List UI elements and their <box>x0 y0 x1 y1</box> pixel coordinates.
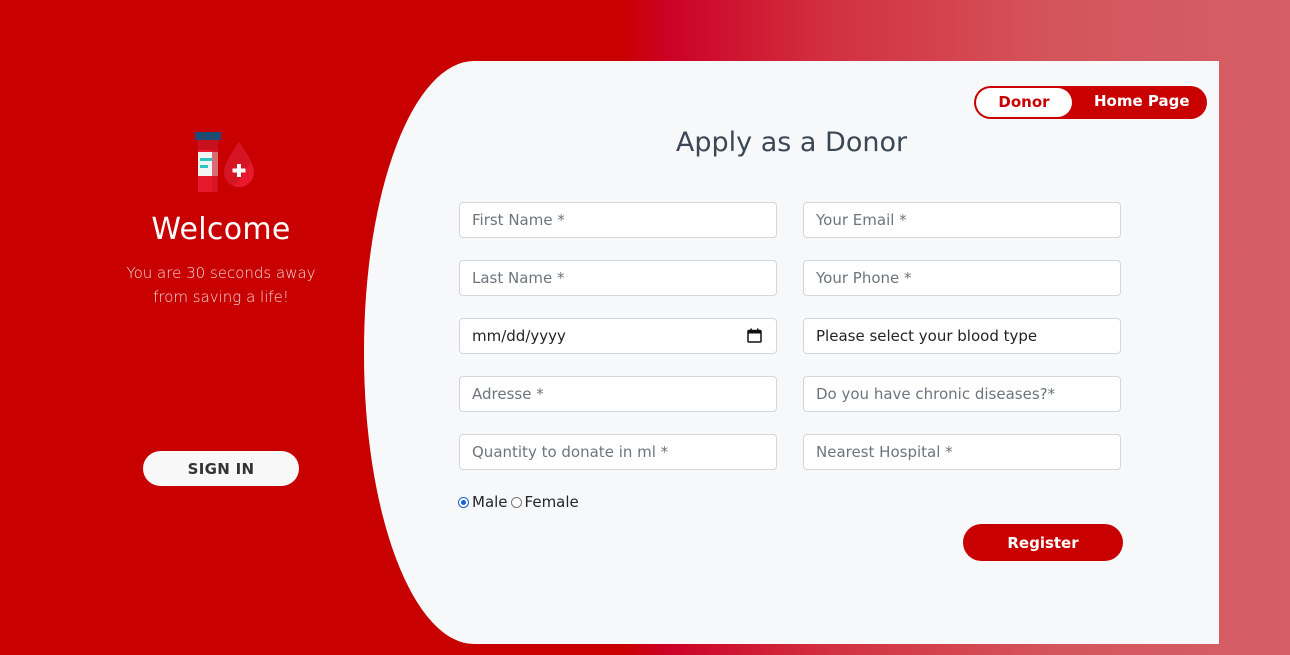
donor-form-card: Donor Home Page Apply as a Donor First N… <box>364 61 1219 644</box>
date-input-text: mm/dd/yyyy <box>472 327 566 345</box>
sign-in-button[interactable]: SIGN IN <box>143 451 299 486</box>
page-toggle: Donor Home Page <box>974 86 1207 119</box>
chronic-diseases-input[interactable]: Do you have chronic diseases?* <box>803 376 1121 412</box>
welcome-panel: Welcome You are 30 seconds away from sav… <box>60 130 382 309</box>
calendar-icon[interactable] <box>747 328 762 343</box>
gender-male-radio[interactable] <box>458 496 469 508</box>
gender-female-label[interactable]: Female <box>525 493 579 511</box>
form-title: Apply as a Donor <box>675 127 908 158</box>
address-input[interactable]: Adresse * <box>459 376 777 412</box>
gender-male-label[interactable]: Male <box>472 493 508 511</box>
home-page-toggle-button[interactable]: Home Page <box>1094 86 1190 119</box>
quantity-input[interactable]: Quantity to donate in ml * <box>459 434 777 470</box>
birth-date-input[interactable]: mm/dd/yyyy <box>459 318 777 354</box>
tagline-line-1: You are 30 seconds away <box>126 264 316 282</box>
gender-female-radio[interactable] <box>510 496 522 508</box>
register-button[interactable]: Register <box>963 524 1123 561</box>
nearest-hospital-input[interactable]: Nearest Hospital * <box>803 434 1121 470</box>
blood-donation-icon <box>186 130 256 202</box>
welcome-tagline: You are 30 seconds away from saving a li… <box>60 261 382 309</box>
donor-toggle-button[interactable]: Donor <box>976 88 1072 117</box>
page: Welcome You are 30 seconds away from sav… <box>0 0 1290 655</box>
email-input[interactable]: Your Email * <box>803 202 1121 238</box>
phone-input[interactable]: Your Phone * <box>803 260 1121 296</box>
welcome-heading: Welcome <box>151 212 291 247</box>
blood-type-select[interactable]: Please select your blood type <box>803 318 1121 354</box>
gender-radio-group: Male Female <box>458 493 582 511</box>
first-name-input[interactable]: First Name * <box>459 202 777 238</box>
last-name-input[interactable]: Last Name * <box>459 260 777 296</box>
tagline-line-2: from saving a life! <box>153 288 289 306</box>
